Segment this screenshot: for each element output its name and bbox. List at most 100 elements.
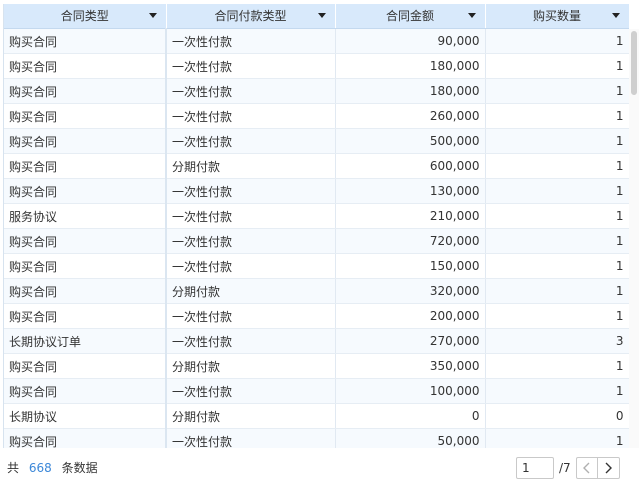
cell-payment-type: 分期付款	[166, 403, 336, 429]
column-header-purchase-quantity[interactable]: 购买数量	[485, 4, 629, 29]
next-page-button[interactable]	[597, 457, 620, 479]
data-table: 合同类型 合同付款类型 合同金额 购买数量 购买合同 一次性付款 90,000 …	[4, 4, 629, 448]
cell-payment-type: 一次性付款	[166, 253, 336, 279]
cell-contract-type: 购买合同	[4, 303, 167, 329]
cell-contract-amount: 260,000	[335, 103, 486, 129]
table-row[interactable]: 购买合同 一次性付款 50,000 1	[4, 428, 629, 448]
cell-contract-amount: 270,000	[335, 328, 486, 354]
cell-contract-amount: 320,000	[335, 278, 486, 304]
cell-purchase-quantity: 1	[485, 153, 629, 179]
column-header-label: 合同类型	[60, 9, 109, 23]
cell-contract-amount: 100,000	[335, 378, 486, 404]
table-row[interactable]: 购买合同 一次性付款 500,000 1	[4, 128, 629, 154]
cell-contract-type: 长期协议	[4, 403, 167, 429]
cell-payment-type: 一次性付款	[166, 178, 336, 204]
report-table-view: 合同类型 合同付款类型 合同金额 购买数量 购买合同 一次性付款 90,000 …	[0, 0, 641, 486]
table-row[interactable]: 购买合同 一次性付款 260,000 1	[4, 103, 629, 129]
cell-contract-type: 购买合同	[4, 353, 167, 379]
prev-page-button[interactable]	[575, 457, 598, 479]
header-row: 合同类型 合同付款类型 合同金额 购买数量	[4, 4, 629, 29]
cell-contract-amount: 600,000	[335, 153, 486, 179]
cell-contract-amount: 500,000	[335, 128, 486, 154]
cell-purchase-quantity: 1	[485, 203, 629, 229]
table-row[interactable]: 购买合同 分期付款 600,000 1	[4, 153, 629, 179]
cell-contract-amount: 0	[335, 403, 486, 429]
column-header-contract-amount[interactable]: 合同金额	[335, 4, 486, 29]
table-row[interactable]: 购买合同 一次性付款 720,000 1	[4, 228, 629, 254]
data-grid: 合同类型 合同付款类型 合同金额 购买数量 购买合同 一次性付款 90,000 …	[3, 4, 629, 448]
table-row[interactable]: 购买合同 分期付款 350,000 1	[4, 353, 629, 379]
cell-payment-type: 分期付款	[166, 153, 336, 179]
table-row[interactable]: 长期协议订单 一次性付款 270,000 3	[4, 328, 629, 354]
cell-purchase-quantity: 1	[485, 378, 629, 404]
cell-purchase-quantity: 0	[485, 403, 629, 429]
table-row[interactable]: 购买合同 一次性付款 200,000 1	[4, 303, 629, 329]
cell-contract-type: 购买合同	[4, 228, 167, 254]
chevron-left-icon	[582, 462, 590, 474]
column-header-label: 购买数量	[532, 9, 581, 23]
caret-down-icon[interactable]	[467, 13, 476, 18]
column-header-payment-type[interactable]: 合同付款类型	[166, 4, 336, 29]
cell-contract-type: 购买合同	[4, 103, 167, 129]
cell-payment-type: 一次性付款	[166, 203, 336, 229]
cell-payment-type: 分期付款	[166, 278, 336, 304]
record-count-suffix: 条数据	[61, 461, 98, 475]
table-row[interactable]: 购买合同 分期付款 320,000 1	[4, 278, 629, 304]
caret-down-icon[interactable]	[317, 13, 326, 18]
record-count: 共 668 条数据	[7, 459, 98, 476]
table-row[interactable]: 购买合同 一次性付款 130,000 1	[4, 178, 629, 204]
page-number-input[interactable]	[516, 457, 554, 479]
cell-contract-type: 购买合同	[4, 378, 167, 404]
table-row[interactable]: 购买合同 一次性付款 180,000 1	[4, 78, 629, 104]
cell-contract-amount: 180,000	[335, 78, 486, 104]
cell-purchase-quantity: 1	[485, 428, 629, 448]
cell-purchase-quantity: 1	[485, 78, 629, 104]
cell-payment-type: 一次性付款	[166, 228, 336, 254]
column-header-contract-type[interactable]: 合同类型	[4, 4, 167, 29]
cell-purchase-quantity: 1	[485, 303, 629, 329]
cell-payment-type: 一次性付款	[166, 128, 336, 154]
cell-contract-type: 购买合同	[4, 53, 167, 79]
cell-payment-type: 一次性付款	[166, 428, 336, 448]
cell-purchase-quantity: 1	[485, 353, 629, 379]
vertical-scrollbar-thumb[interactable]	[631, 31, 637, 95]
record-count-prefix: 共	[7, 461, 20, 475]
cell-purchase-quantity: 1	[485, 253, 629, 279]
cell-payment-type: 一次性付款	[166, 28, 336, 54]
cell-purchase-quantity: 1	[485, 228, 629, 254]
table-row[interactable]: 长期协议 分期付款 0 0	[4, 403, 629, 429]
cell-contract-amount: 210,000	[335, 203, 486, 229]
cell-purchase-quantity: 1	[485, 178, 629, 204]
chevron-right-icon	[605, 462, 613, 474]
cell-purchase-quantity: 1	[485, 28, 629, 54]
cell-contract-amount: 130,000	[335, 178, 486, 204]
cell-contract-amount: 50,000	[335, 428, 486, 448]
cell-payment-type: 一次性付款	[166, 53, 336, 79]
cell-contract-type: 购买合同	[4, 128, 167, 154]
cell-contract-amount: 90,000	[335, 28, 486, 54]
table-row[interactable]: 购买合同 一次性付款 150,000 1	[4, 253, 629, 279]
caret-down-icon[interactable]	[148, 13, 157, 18]
cell-contract-type: 购买合同	[4, 428, 167, 448]
cell-contract-type: 购买合同	[4, 78, 167, 104]
cell-contract-type: 长期协议订单	[4, 328, 167, 354]
cell-purchase-quantity: 1	[485, 128, 629, 154]
cell-purchase-quantity: 1	[485, 278, 629, 304]
column-header-label: 合同金额	[385, 9, 434, 23]
cell-payment-type: 一次性付款	[166, 303, 336, 329]
table-body: 购买合同 一次性付款 90,000 1 购买合同 一次性付款 180,000 1 购买合同 一次性…	[4, 28, 629, 448]
table-row[interactable]: 购买合同 一次性付款 100,000 1	[4, 378, 629, 404]
cell-purchase-quantity: 1	[485, 103, 629, 129]
cell-contract-type: 购买合同	[4, 28, 167, 54]
caret-down-icon[interactable]	[611, 13, 620, 18]
table-row[interactable]: 购买合同 一次性付款 90,000 1	[4, 28, 629, 54]
pagination: /7	[516, 456, 620, 480]
cell-payment-type: 一次性付款	[166, 378, 336, 404]
table-row[interactable]: 购买合同 一次性付款 180,000 1	[4, 53, 629, 79]
cell-payment-type: 一次性付款	[166, 78, 336, 104]
cell-contract-type: 购买合同	[4, 178, 167, 204]
table-row[interactable]: 服务协议 一次性付款 210,000 1	[4, 203, 629, 229]
record-count-value: 668	[28, 461, 52, 475]
column-header-label: 合同付款类型	[214, 9, 287, 23]
cell-purchase-quantity: 3	[485, 328, 629, 354]
